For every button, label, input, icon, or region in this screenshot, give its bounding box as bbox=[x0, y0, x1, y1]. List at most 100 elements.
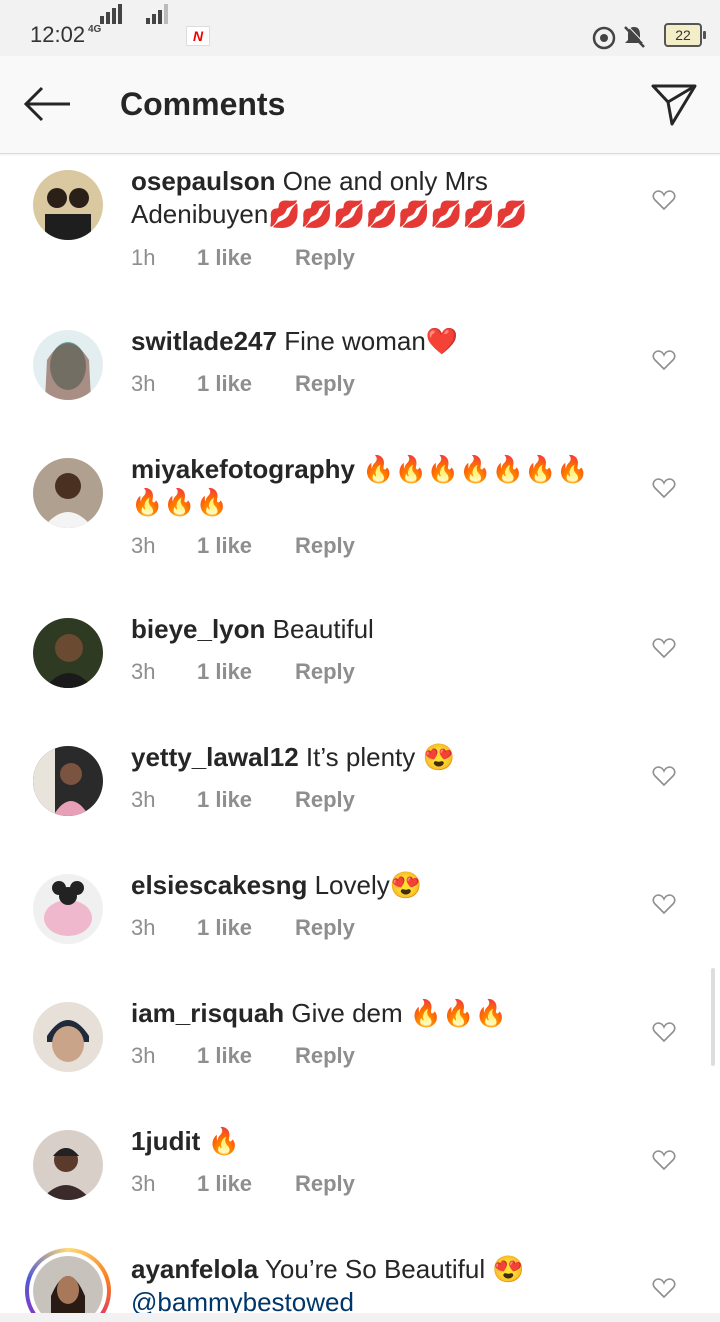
avatar-image bbox=[33, 1130, 103, 1200]
avatar[interactable] bbox=[33, 330, 103, 400]
bottom-edge bbox=[0, 1313, 720, 1322]
page-title: Comments bbox=[120, 86, 286, 122]
comment-text: switlade247 Fine woman❤️ bbox=[131, 325, 601, 358]
avatar[interactable] bbox=[33, 458, 103, 528]
comment-username[interactable]: ayanfelola bbox=[131, 1254, 258, 1284]
comment-text: yetty_lawal12 It’s plenty 😍 bbox=[131, 741, 601, 774]
comment-time: 3h bbox=[131, 915, 156, 940]
comment-text: bieye_lyon Beautiful bbox=[131, 613, 601, 646]
share-button[interactable] bbox=[650, 80, 698, 128]
comment-likes[interactable]: 1 like bbox=[197, 787, 295, 813]
avatar-image bbox=[33, 170, 103, 240]
heart-icon[interactable] bbox=[652, 893, 676, 915]
heart-icon[interactable] bbox=[652, 477, 676, 499]
reply-button[interactable]: Reply bbox=[295, 1171, 355, 1197]
avatar[interactable] bbox=[33, 618, 103, 688]
comment-meta: 3h 1 like Reply bbox=[131, 371, 355, 397]
comment-likes[interactable]: 1 like bbox=[197, 533, 295, 559]
avatar-image bbox=[33, 618, 103, 688]
comment-meta: 3h 1 like Reply bbox=[131, 787, 355, 813]
avatar[interactable] bbox=[33, 874, 103, 944]
heart-icon[interactable] bbox=[652, 1149, 676, 1171]
comment-username[interactable]: bieye_lyon bbox=[131, 614, 265, 644]
comment-likes[interactable]: 1 like bbox=[197, 1043, 295, 1069]
comment-likes[interactable]: 1 like bbox=[197, 659, 295, 685]
comment-body: You’re So Beautiful 😍 bbox=[264, 1254, 525, 1284]
comment-likes[interactable]: 1 like bbox=[197, 1171, 295, 1197]
battery-indicator: 22 bbox=[664, 23, 706, 47]
avatar-image bbox=[33, 458, 103, 528]
comment-username[interactable]: miyakefotography bbox=[131, 454, 355, 484]
status-time: 12:02 bbox=[30, 22, 86, 47]
comment-likes[interactable]: 1 like bbox=[197, 371, 295, 397]
heart-icon[interactable] bbox=[652, 765, 676, 787]
comment-body: Give dem 🔥🔥🔥 bbox=[291, 998, 508, 1028]
scrollbar[interactable] bbox=[711, 968, 715, 1066]
comment-username[interactable]: switlade247 bbox=[131, 326, 277, 356]
comment-body: 🔥 bbox=[207, 1126, 240, 1156]
comment-meta: 3h 1 like Reply bbox=[131, 533, 355, 559]
comment-text: 1judit 🔥 bbox=[131, 1125, 601, 1158]
comment-username[interactable]: osepaulson bbox=[131, 166, 275, 196]
comment-time: 3h bbox=[131, 371, 156, 396]
avatar[interactable] bbox=[33, 746, 103, 816]
comment-text: iam_risquah Give dem 🔥🔥🔥 bbox=[131, 997, 601, 1030]
comment-time: 3h bbox=[131, 1043, 156, 1068]
avatar-image bbox=[33, 1002, 103, 1072]
avatar-image bbox=[33, 330, 103, 400]
avatar-image bbox=[33, 746, 103, 816]
avatar-image bbox=[33, 874, 103, 944]
back-arrow-icon bbox=[23, 86, 70, 122]
comment-likes[interactable]: 1 like bbox=[197, 915, 295, 941]
comments-header: Comments bbox=[0, 56, 720, 154]
comment-body: It’s plenty 😍 bbox=[305, 742, 455, 772]
status-bar: 12:02 4G N 22 bbox=[0, 0, 720, 56]
mute-icon bbox=[624, 24, 646, 48]
comment-text: miyakefotography 🔥🔥🔥🔥🔥🔥🔥🔥🔥🔥 bbox=[131, 453, 601, 519]
network-type: 4G bbox=[88, 24, 102, 35]
comment-username[interactable]: elsiescakesng bbox=[131, 870, 307, 900]
comment-mention-link[interactable]: @bammybestowed bbox=[131, 1287, 354, 1313]
comment-time: 3h bbox=[131, 787, 156, 812]
data-saver-icon bbox=[592, 26, 616, 50]
reply-button[interactable]: Reply bbox=[295, 915, 355, 941]
comment-meta: 3h 1 like Reply bbox=[131, 1171, 355, 1197]
reply-button[interactable]: Reply bbox=[295, 371, 355, 397]
heart-icon[interactable] bbox=[652, 637, 676, 659]
comment-meta: 1h 1 like Reply bbox=[131, 245, 355, 271]
reply-button[interactable]: Reply bbox=[295, 787, 355, 813]
comment-text: ayanfelola You’re So Beautiful 😍 @bammyb… bbox=[131, 1253, 601, 1313]
comment-username[interactable]: iam_risquah bbox=[131, 998, 284, 1028]
comment-time: 3h bbox=[131, 1171, 156, 1196]
comment-time: 1h bbox=[131, 245, 156, 270]
comment-text: osepaulson One and only Mrs Adenibuyen💋💋… bbox=[131, 165, 601, 231]
heart-icon[interactable] bbox=[652, 349, 676, 371]
comment-username[interactable]: yetty_lawal12 bbox=[131, 742, 299, 772]
comment-meta: 3h 1 like Reply bbox=[131, 915, 355, 941]
comment-meta: 3h 1 like Reply bbox=[131, 1043, 355, 1069]
reply-button[interactable]: Reply bbox=[295, 245, 355, 271]
comment-meta: 3h 1 like Reply bbox=[131, 659, 355, 685]
comment-body: Lovely😍 bbox=[314, 870, 423, 900]
avatar[interactable] bbox=[33, 170, 103, 240]
back-button[interactable] bbox=[22, 84, 74, 124]
comments-list[interactable]: osepaulson One and only Mrs Adenibuyen💋💋… bbox=[0, 153, 720, 1313]
reply-button[interactable]: Reply bbox=[295, 659, 355, 685]
reply-button[interactable]: Reply bbox=[295, 1043, 355, 1069]
heart-icon[interactable] bbox=[652, 189, 676, 211]
heart-icon[interactable] bbox=[652, 1277, 676, 1299]
paper-plane-icon bbox=[651, 84, 697, 126]
app-notification-icon: N bbox=[186, 26, 210, 46]
avatar[interactable] bbox=[33, 1130, 103, 1200]
comment-time: 3h bbox=[131, 533, 156, 558]
comment-time: 3h bbox=[131, 659, 156, 684]
avatar-image bbox=[33, 1256, 103, 1313]
avatar-with-story-ring[interactable] bbox=[25, 1248, 111, 1313]
comment-body: Fine woman❤️ bbox=[284, 326, 459, 356]
comment-likes[interactable]: 1 like bbox=[197, 245, 295, 271]
comment-text: elsiescakesng Lovely😍 bbox=[131, 869, 601, 902]
reply-button[interactable]: Reply bbox=[295, 533, 355, 559]
comment-username[interactable]: 1judit bbox=[131, 1126, 200, 1156]
avatar[interactable] bbox=[33, 1002, 103, 1072]
heart-icon[interactable] bbox=[652, 1021, 676, 1043]
